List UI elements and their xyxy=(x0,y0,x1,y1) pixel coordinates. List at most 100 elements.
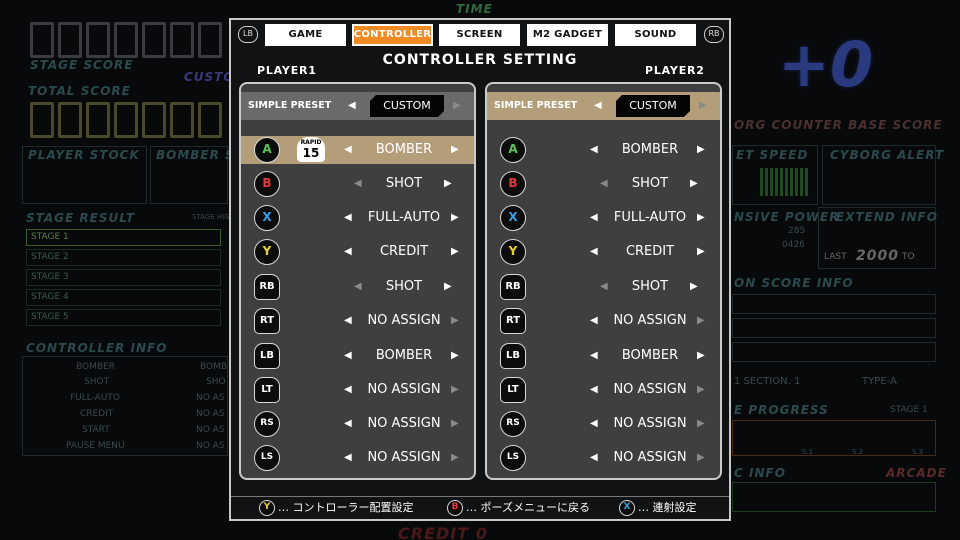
arrow-left-icon[interactable]: ◀ xyxy=(594,92,602,120)
mapping-value: NO ASSIGN xyxy=(367,313,441,328)
button-mapping-row[interactable]: Y ◀ CREDIT ▶ xyxy=(487,238,720,266)
arrow-left-icon[interactable]: ◀ xyxy=(590,342,598,370)
controller-info-item: NO AS xyxy=(196,409,225,419)
tab-game-setting[interactable]: GAME SETTING xyxy=(265,24,346,62)
arrow-left-icon[interactable]: ◀ xyxy=(590,238,598,266)
arrow-left-icon[interactable]: ◀ xyxy=(590,444,598,472)
arrow-right-icon[interactable]: ▶ xyxy=(690,273,698,301)
arrow-left-icon[interactable]: ◀ xyxy=(590,410,598,438)
arrow-left-icon[interactable]: ◀ xyxy=(590,376,598,404)
extend-info-label: EXTEND INFO xyxy=(836,210,938,224)
button-mapping-row[interactable]: RT ◀ NO ASSIGN ▶ xyxy=(241,307,474,335)
button-mapping-row[interactable]: RB ◀ SHOT ▶ xyxy=(487,273,720,301)
player1-panel: SIMPLE PRESET ◀ CUSTOM ▶ A RAPID 15 ◀ BO… xyxy=(239,82,476,480)
hint-controller-layout[interactable]: Y… コントローラー配置設定 xyxy=(259,500,414,516)
hint-text: … ポーズメニューに戻る xyxy=(466,501,590,514)
arrow-right-icon[interactable]: ▶ xyxy=(453,92,461,120)
player1-label: PLAYER1 xyxy=(257,64,317,77)
button-mapping-row[interactable]: A ◀ BOMBER ▶ xyxy=(487,136,720,164)
controller-info-item: BOMB xyxy=(200,362,228,372)
rapid-fire-badge[interactable]: RAPID 15 xyxy=(297,137,325,162)
controller-info-item: SHO xyxy=(206,377,226,387)
mapping-value: FULL-AUTO xyxy=(367,210,441,225)
button-mapping-row[interactable]: LB ◀ BOMBER ▶ xyxy=(241,342,474,370)
cyborg-bonus-value: +0 xyxy=(778,28,874,101)
controller-info-item: NO AS xyxy=(196,393,225,403)
button-mapping-row[interactable]: LT ◀ NO ASSIGN ▶ xyxy=(487,376,720,404)
button-mapping-row[interactable]: RS ◀ NO ASSIGN ▶ xyxy=(241,410,474,438)
button-mapping-row[interactable]: Y ◀ CREDIT ▶ xyxy=(241,238,474,266)
button-mapping-row[interactable]: LS ◀ NO ASSIGN ▶ xyxy=(241,444,474,472)
lb-bumper-icon[interactable]: LB xyxy=(238,26,258,43)
arrow-left-icon[interactable]: ◀ xyxy=(344,307,352,335)
arrow-right-icon[interactable]: ▶ xyxy=(697,376,705,404)
mapping-value: SHOT xyxy=(385,279,423,294)
arrow-right-icon[interactable]: ▶ xyxy=(451,342,459,370)
button-mapping-row[interactable]: X ◀ FULL-AUTO ▶ xyxy=(487,204,720,232)
button-mapping-row[interactable]: RT ◀ NO ASSIGN ▶ xyxy=(487,307,720,335)
button-mapping-row[interactable]: RS ◀ NO ASSIGN ▶ xyxy=(487,410,720,438)
last-label: LAST xyxy=(824,252,847,262)
arrow-right-icon[interactable]: ▶ xyxy=(451,307,459,335)
arrow-right-icon[interactable]: ▶ xyxy=(697,136,705,164)
ls-button-icon: LS xyxy=(254,445,280,471)
rb-bumper-icon[interactable]: RB xyxy=(704,26,724,43)
button-mapping-row[interactable]: X ◀ FULL-AUTO ▶ xyxy=(241,204,474,232)
arrow-left-icon[interactable]: ◀ xyxy=(590,204,598,232)
tab-screen[interactable]: SCREEN xyxy=(439,24,520,46)
stage-row: STAGE 2 xyxy=(26,249,221,266)
arrow-right-icon[interactable]: ▶ xyxy=(451,204,459,232)
arrow-left-icon[interactable]: ◀ xyxy=(590,136,598,164)
rs-button-icon: RS xyxy=(500,411,526,437)
arrow-right-icon[interactable]: ▶ xyxy=(451,238,459,266)
button-mapping-row[interactable]: RB ◀ SHOT ▶ xyxy=(241,273,474,301)
arrow-right-icon[interactable]: ▶ xyxy=(451,376,459,404)
arrow-right-icon[interactable]: ▶ xyxy=(697,444,705,472)
arrow-right-icon[interactable]: ▶ xyxy=(451,444,459,472)
button-mapping-row[interactable]: A RAPID 15 ◀ BOMBER ▶ xyxy=(241,136,474,164)
button-mapping-row[interactable]: B ◀ SHOT ▶ xyxy=(241,170,474,198)
arrow-left-icon[interactable]: ◀ xyxy=(344,376,352,404)
arrow-right-icon[interactable]: ▶ xyxy=(697,307,705,335)
stage-high-label: STAGE HIG xyxy=(192,213,230,221)
power-value: 285 xyxy=(788,226,806,236)
arrow-left-icon[interactable]: ◀ xyxy=(344,342,352,370)
hint-back-to-pause[interactable]: B… ポーズメニューに戻る xyxy=(447,500,590,516)
progress-tick: S.1 xyxy=(802,448,814,456)
tab-m2-gadget[interactable]: M2 GADGET xyxy=(527,24,608,46)
arrow-left-icon[interactable]: ◀ xyxy=(344,444,352,472)
b-button-icon: B xyxy=(500,171,526,197)
total-score-label: TOTAL SCORE xyxy=(28,84,131,98)
button-mapping-row[interactable]: LS ◀ NO ASSIGN ▶ xyxy=(487,444,720,472)
arrow-right-icon[interactable]: ▶ xyxy=(444,170,452,198)
arrow-right-icon[interactable]: ▶ xyxy=(697,342,705,370)
arrow-left-icon[interactable]: ◀ xyxy=(344,204,352,232)
button-mapping-row[interactable]: B ◀ SHOT ▶ xyxy=(487,170,720,198)
arrow-right-icon[interactable]: ▶ xyxy=(690,170,698,198)
arrow-left-icon[interactable]: ◀ xyxy=(344,410,352,438)
arrow-right-icon[interactable]: ▶ xyxy=(697,410,705,438)
arrow-right-icon[interactable]: ▶ xyxy=(451,410,459,438)
player2-panel: SIMPLE PRESET ◀ CUSTOM ▶ A ◀ BOMBER ▶ B … xyxy=(485,82,722,480)
rb-button-icon: RB xyxy=(500,274,526,300)
hint-rapid-fire[interactable]: X… 連射設定 xyxy=(619,500,697,516)
arrow-right-icon[interactable]: ▶ xyxy=(699,92,707,120)
arrow-left-icon[interactable]: ◀ xyxy=(590,307,598,335)
arrow-right-icon[interactable]: ▶ xyxy=(444,273,452,301)
button-mapping-row[interactable]: LB ◀ BOMBER ▶ xyxy=(487,342,720,370)
arrow-right-icon[interactable]: ▶ xyxy=(697,204,705,232)
arrow-right-icon[interactable]: ▶ xyxy=(451,136,459,164)
type-label: TYPE-A xyxy=(862,376,897,387)
arrow-left-icon[interactable]: ◀ xyxy=(348,92,356,120)
credit-label: CREDIT 0 xyxy=(398,524,488,540)
arrow-left-icon[interactable]: ◀ xyxy=(344,238,352,266)
simple-preset-row[interactable]: SIMPLE PRESET ◀ CUSTOM ▶ xyxy=(487,92,720,120)
simple-preset-row[interactable]: SIMPLE PRESET ◀ CUSTOM ▶ xyxy=(241,92,474,120)
mapping-value: NO ASSIGN xyxy=(367,416,441,431)
tab-sound[interactable]: SOUND xyxy=(615,24,696,46)
tab-controller[interactable]: CONTROLLER xyxy=(352,24,433,46)
arrow-left-icon[interactable]: ◀ xyxy=(344,136,352,164)
button-mapping-row[interactable]: LT ◀ NO ASSIGN ▶ xyxy=(241,376,474,404)
controller-info-item: START xyxy=(82,425,110,435)
arrow-right-icon[interactable]: ▶ xyxy=(697,238,705,266)
